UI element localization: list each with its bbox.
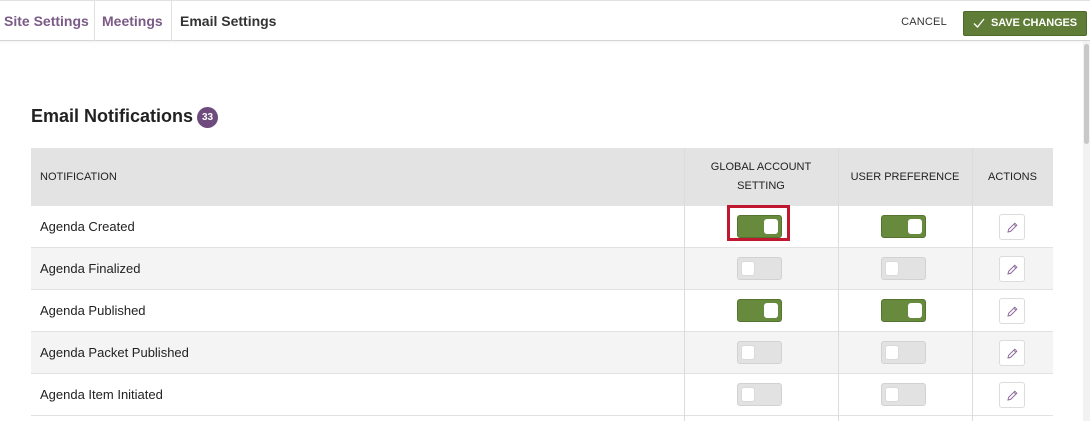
column-divider xyxy=(838,148,839,421)
toggle-knob xyxy=(885,345,899,360)
user-preference-toggle[interactable] xyxy=(881,341,926,364)
notification-label: Agenda Item Initiated xyxy=(40,387,163,402)
section-title: Email Notifications xyxy=(31,106,194,126)
breadcrumb-email-settings: Email Settings xyxy=(180,13,277,29)
edit-button[interactable] xyxy=(999,298,1025,324)
table-row: Agenda Item Initiated xyxy=(31,374,1053,416)
column-header-global-line1: GLOBAL ACCOUNT xyxy=(710,161,812,173)
toggle-knob xyxy=(764,303,778,318)
global-setting-toggle[interactable] xyxy=(737,341,782,364)
notifications-table: NOTIFICATION GLOBAL ACCOUNT SETTING USER… xyxy=(31,148,1053,421)
table-header: NOTIFICATION GLOBAL ACCOUNT SETTING USER… xyxy=(31,148,1053,206)
toggle-knob xyxy=(908,303,922,318)
notification-label: Agenda Created xyxy=(40,219,135,234)
toggle-knob xyxy=(908,219,922,234)
toggle-knob xyxy=(885,387,899,402)
toggle-knob xyxy=(741,261,755,276)
column-header-global-line2: SETTING xyxy=(737,180,785,192)
toggle-knob xyxy=(741,387,755,402)
toggle-knob xyxy=(764,219,778,234)
notification-label: Agenda Packet Published xyxy=(40,345,189,360)
scrollbar-thumb[interactable] xyxy=(1084,44,1089,144)
table-row: Agenda Packet Published xyxy=(31,332,1053,374)
table-row: Agenda Published xyxy=(31,290,1053,332)
breadcrumb-divider xyxy=(171,1,172,41)
global-setting-toggle[interactable] xyxy=(737,215,782,238)
column-header-actions: ACTIONS xyxy=(988,170,1037,183)
pencil-icon xyxy=(1007,222,1018,233)
user-preference-toggle[interactable] xyxy=(881,257,926,280)
cancel-button[interactable]: CANCEL xyxy=(893,1,955,41)
table-row: Agenda Finalized xyxy=(31,248,1053,290)
breadcrumb-site-settings[interactable]: Site Settings xyxy=(4,1,89,41)
save-changes-label: SAVE CHANGES xyxy=(991,17,1077,29)
column-divider xyxy=(684,148,685,421)
breadcrumb-meetings[interactable]: Meetings xyxy=(102,1,163,41)
edit-button[interactable] xyxy=(999,214,1025,240)
global-setting-toggle[interactable] xyxy=(737,257,782,280)
pencil-icon xyxy=(1007,348,1018,359)
breadcrumb-divider xyxy=(94,1,95,41)
user-preference-toggle[interactable] xyxy=(881,299,926,322)
check-icon xyxy=(973,18,985,28)
count-badge: 33 xyxy=(197,107,218,128)
pencil-icon xyxy=(1007,390,1018,401)
column-header-user-preference: USER PREFERENCE xyxy=(850,170,960,183)
edit-button[interactable] xyxy=(999,256,1025,282)
column-header-notification: NOTIFICATION xyxy=(40,170,117,183)
table-row: Agenda Created xyxy=(31,206,1053,248)
edit-button[interactable] xyxy=(999,382,1025,408)
edit-button[interactable] xyxy=(999,340,1025,366)
user-preference-toggle[interactable] xyxy=(881,383,926,406)
column-header-global-account-setting: GLOBAL ACCOUNT SETTING xyxy=(684,148,838,206)
top-bar: Site Settings Meetings Email Settings CA… xyxy=(0,0,1090,41)
global-setting-toggle[interactable] xyxy=(737,383,782,406)
save-changes-button[interactable]: SAVE CHANGES xyxy=(963,11,1087,36)
column-divider xyxy=(972,148,973,421)
pencil-icon xyxy=(1007,264,1018,275)
toggle-knob xyxy=(741,345,755,360)
notification-label: Agenda Finalized xyxy=(40,261,141,276)
pencil-icon xyxy=(1007,306,1018,317)
toggle-knob xyxy=(885,261,899,276)
notification-label: Agenda Published xyxy=(40,303,146,318)
global-setting-toggle[interactable] xyxy=(737,299,782,322)
user-preference-toggle[interactable] xyxy=(881,215,926,238)
